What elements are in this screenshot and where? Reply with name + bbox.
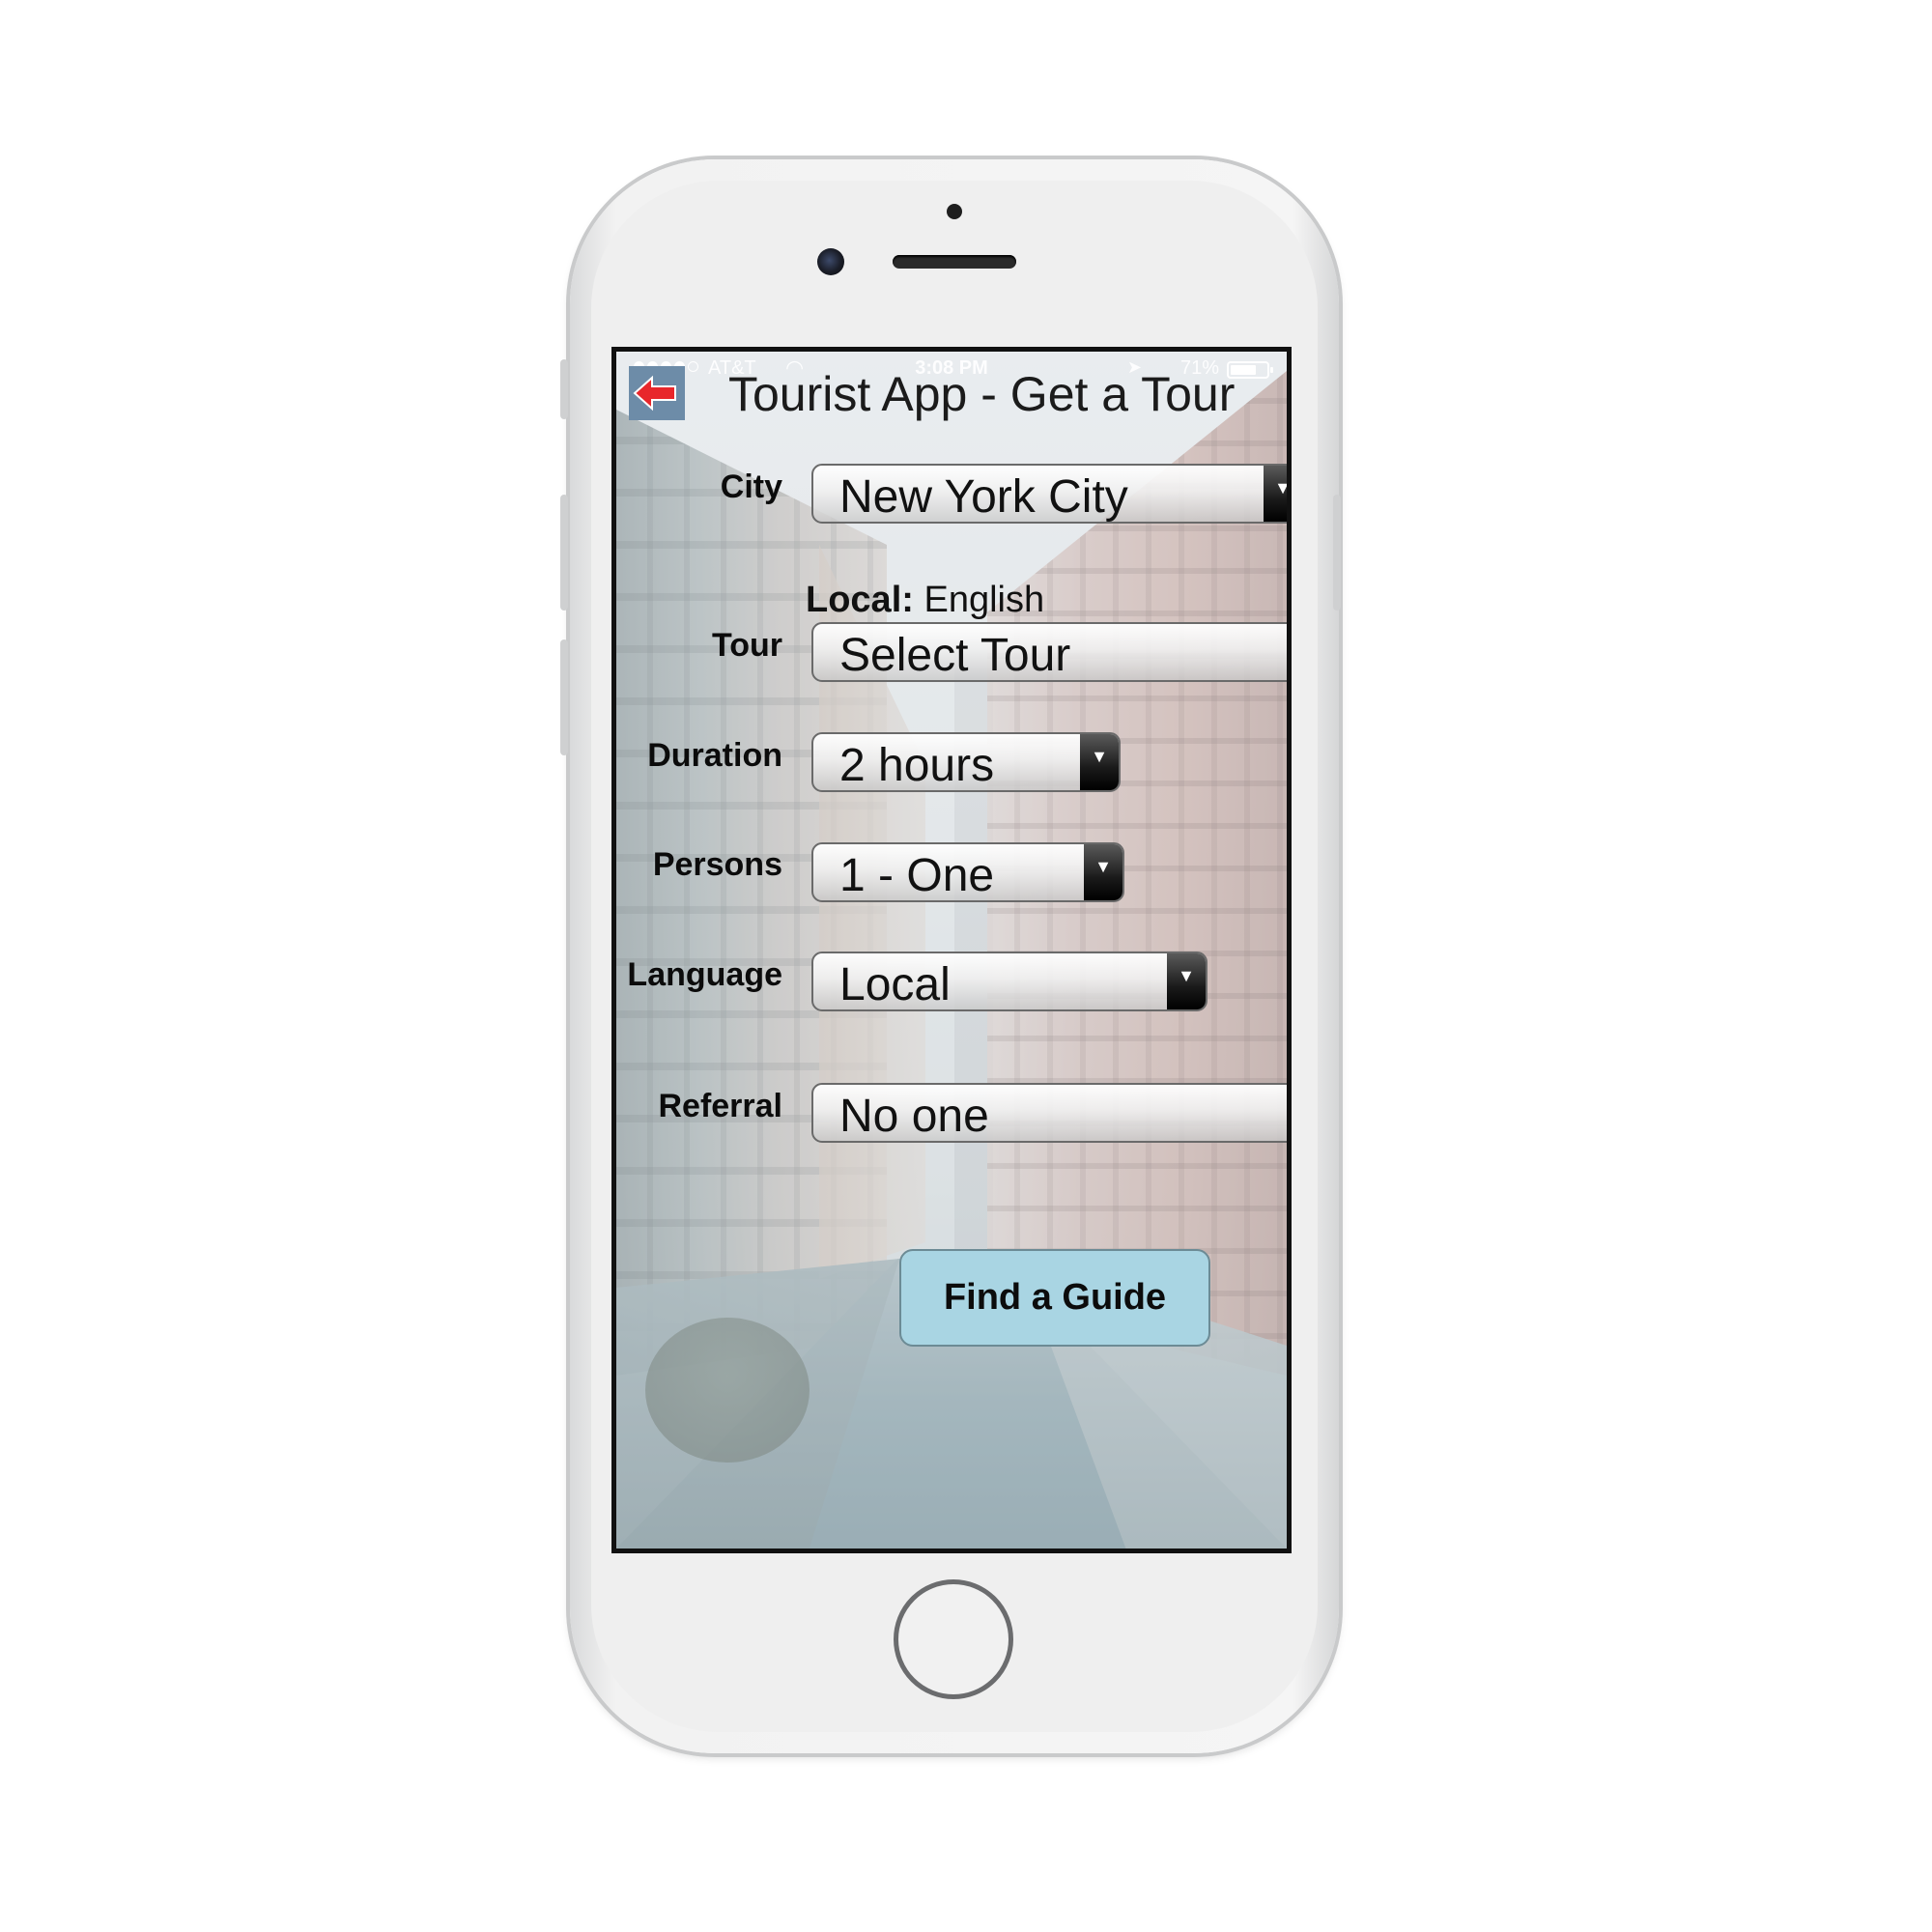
home-button[interactable] [894, 1579, 1013, 1699]
back-arrow-icon [633, 375, 676, 412]
front-camera-icon [817, 248, 844, 275]
language-selected-value: Local [839, 959, 951, 1010]
persons-selected-value: 1 - One [839, 850, 995, 901]
referral-select[interactable]: No one [811, 1083, 1287, 1143]
back-button[interactable] [629, 366, 685, 420]
page-title: Tourist App - Get a Tour [728, 367, 1236, 421]
language-label: Language [627, 956, 782, 993]
city-select[interactable]: New York City ▼ [811, 464, 1287, 524]
mute-switch [560, 359, 568, 419]
power-button [1333, 495, 1341, 611]
persons-label: Persons [652, 846, 782, 883]
app-screen: AT&T ◠ 3:08 PM ➤ 71% Tourist App - Get a… [611, 347, 1292, 1553]
local-language-info: Local: English [806, 580, 1044, 621]
dropdown-triangle-icon: ▼ [1084, 844, 1122, 900]
dropdown-triangle-icon: ▼ [1167, 953, 1206, 1009]
tour-selected-value: Select Tour [839, 630, 1071, 681]
tour-select[interactable]: Select Tour [811, 622, 1287, 682]
proximity-sensor [947, 204, 962, 219]
local-language-value: English [923, 580, 1045, 620]
duration-selected-value: 2 hours [839, 740, 995, 791]
referral-selected-value: No one [839, 1091, 989, 1142]
dropdown-triangle-icon: ▼ [1264, 466, 1287, 522]
find-guide-button[interactable]: Find a Guide [899, 1249, 1210, 1347]
local-label: Local: [806, 580, 914, 620]
duration-select[interactable]: 2 hours ▼ [811, 732, 1121, 792]
street-background-image [616, 352, 1287, 1548]
city-label: City [720, 469, 782, 505]
city-selected-value: New York City [839, 471, 1128, 523]
volume-up-button [560, 495, 568, 611]
dropdown-triangle-icon: ▼ [1080, 734, 1119, 790]
language-select[interactable]: Local ▼ [811, 952, 1208, 1011]
persons-select[interactable]: 1 - One ▼ [811, 842, 1124, 902]
tour-label: Tour [711, 627, 782, 664]
duration-label: Duration [647, 737, 782, 774]
volume-down-button [560, 639, 568, 755]
earpiece-speaker [893, 255, 1016, 269]
referral-label: Referral [658, 1088, 782, 1124]
